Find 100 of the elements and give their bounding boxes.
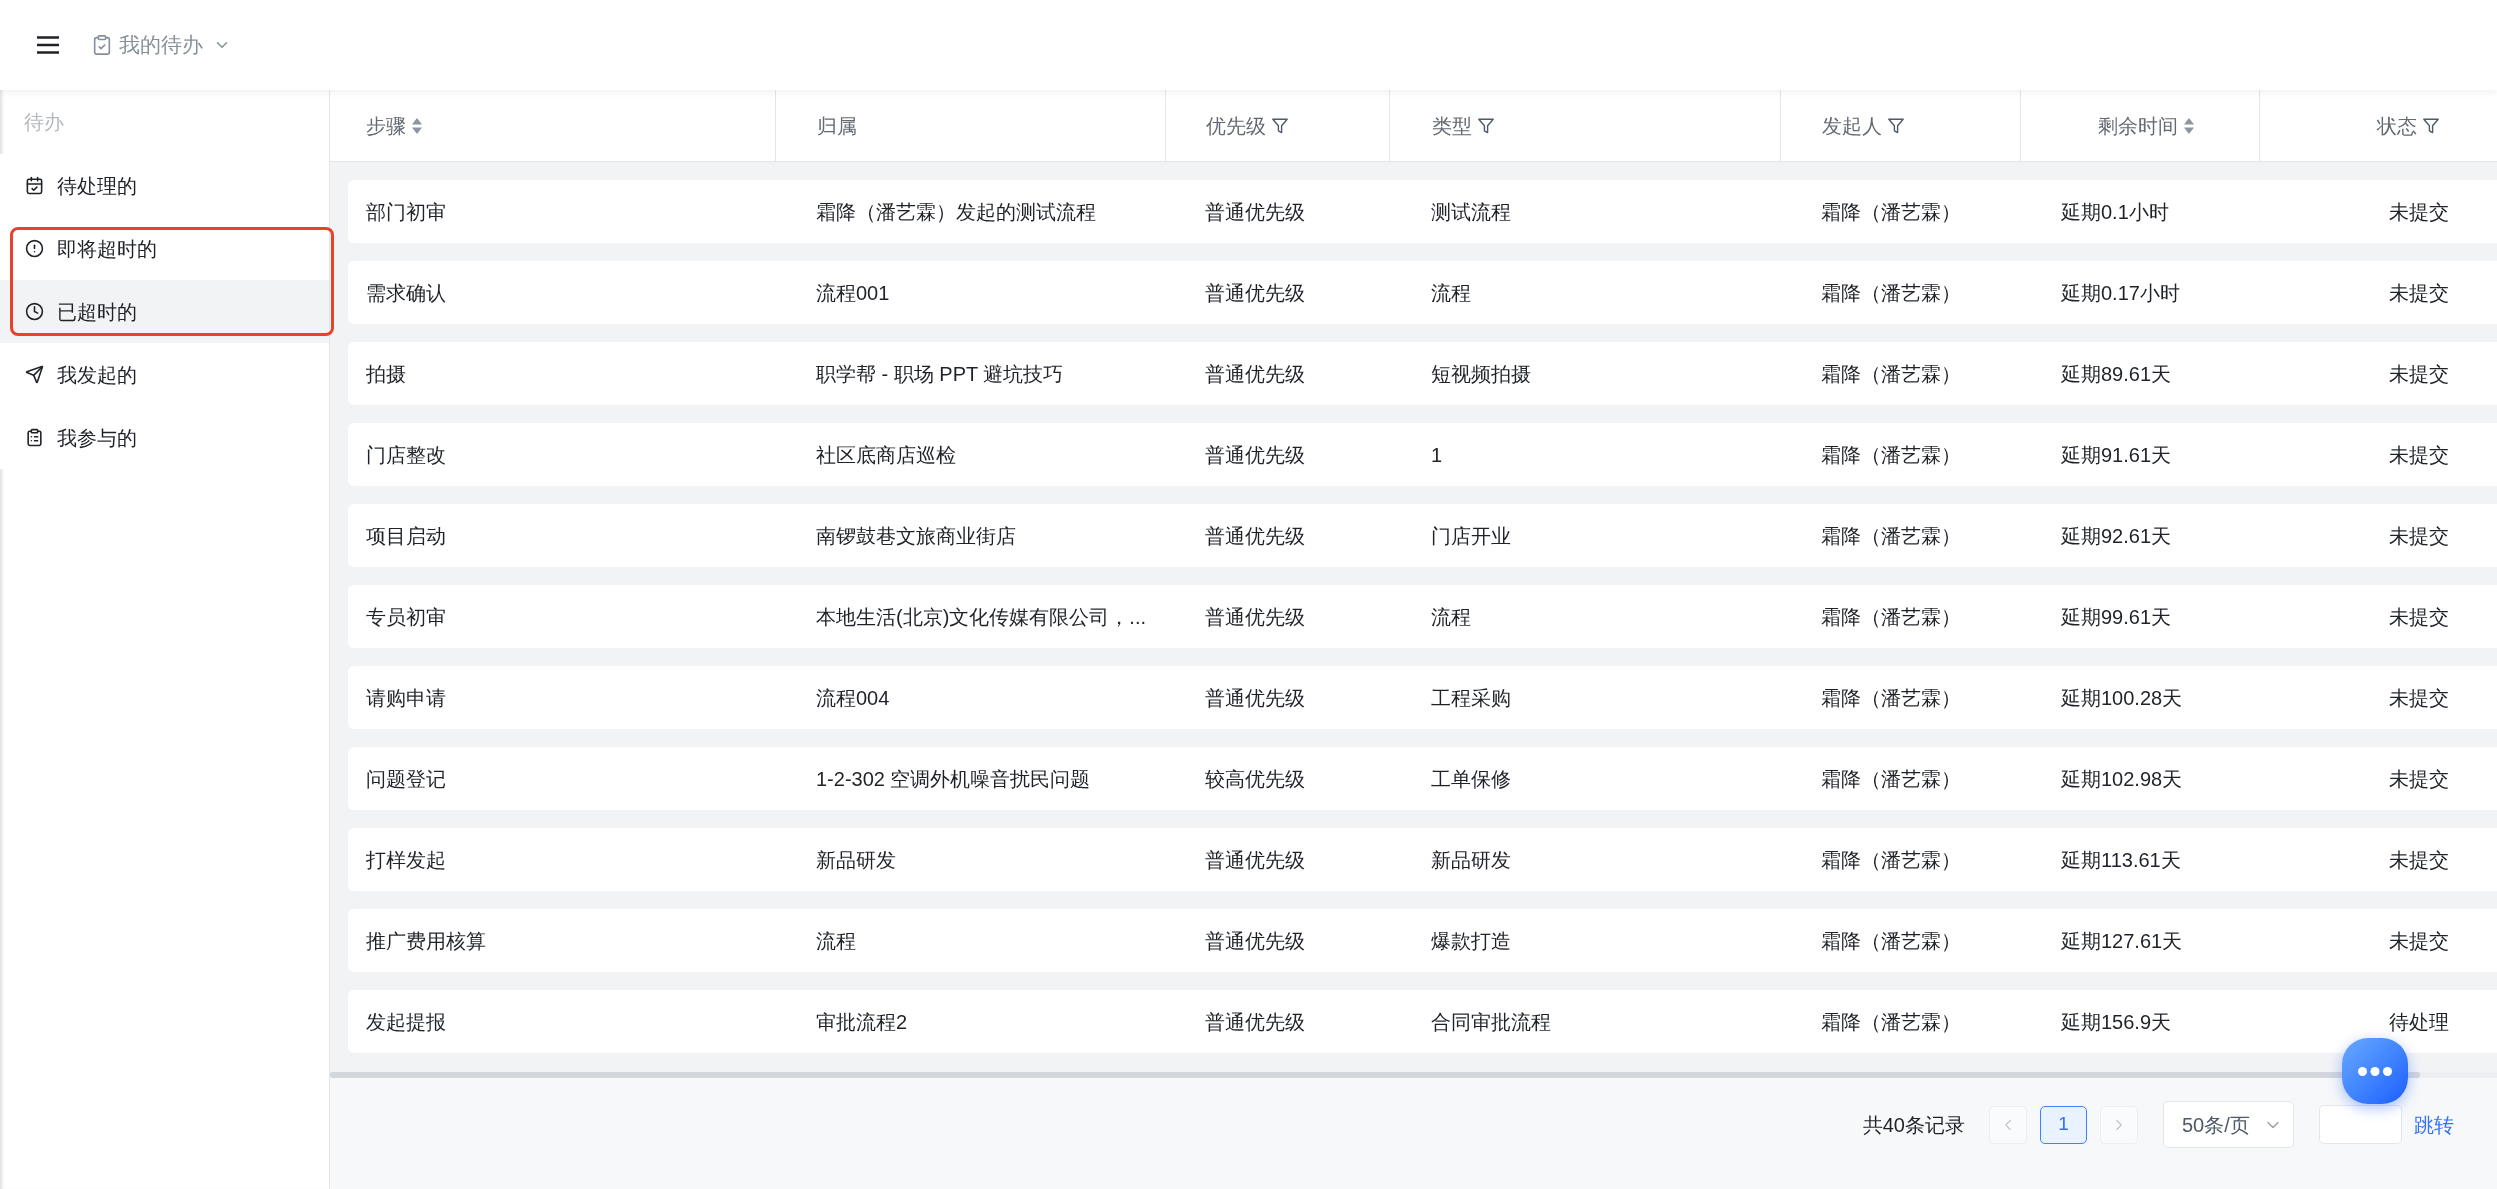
table-cell-text: 延期0.1小时 <box>2061 199 2169 225</box>
table-cell-text: 工单保修 <box>1431 766 1511 792</box>
table-cell-text: 延期99.61天 <box>2061 604 2172 630</box>
table-row[interactable]: 项目启动 南锣鼓巷文旅商业街店 普通优先级 门店开业 霜降（潘艺霖） 延期92.61天 未提交 <box>348 504 2497 567</box>
table-cell-text: 测试流程 <box>1431 199 1511 225</box>
table-row[interactable]: 请购申请 流程004 普通优先级 工程采购 霜降（潘艺霖） 延期100.28天 未提交 <box>348 666 2497 729</box>
column-header: 发起人 <box>1822 113 1882 139</box>
table-cell-text: 霜降（潘艺霖） <box>1821 604 1961 630</box>
table-cell-text: 请购申请 <box>366 685 446 711</box>
filter-icon[interactable] <box>1272 117 1288 134</box>
table-cell-text: 社区底商店巡检 <box>816 442 956 468</box>
table-cell-text: 延期89.61天 <box>2061 361 2172 387</box>
table-cell-text: 延期156.9天 <box>2061 1009 2172 1035</box>
table-cell-text: 拍摄 <box>366 361 406 387</box>
filter-icon[interactable] <box>1888 117 1904 134</box>
column-header: 归属 <box>817 113 857 139</box>
table-cell-text: 门店开业 <box>1431 523 1511 549</box>
table-cell-text: 霜降（潘艺霖） <box>1821 280 1961 306</box>
table-cell-text: 新品研发 <box>816 847 896 873</box>
table-cell-text: 部门初审 <box>366 199 446 225</box>
table-cell-text: 霜降（潘艺霖） <box>1821 847 1961 873</box>
table-cell-text: 未提交 <box>2389 280 2449 306</box>
paper-plane-icon <box>25 365 44 384</box>
table-cell-text: 未提交 <box>2389 685 2449 711</box>
table-cell-text: 霜降（潘艺霖） <box>1821 928 1961 954</box>
table-cell-text: 短视频拍摄 <box>1431 361 1531 387</box>
table-cell-text: 流程 <box>1431 280 1471 306</box>
table-row[interactable]: 问题登记 1-2-302 空调外机噪音扰民问题 较高优先级 工单保修 霜降（潘艺霖） 延期102.98天 未提交 <box>348 747 2497 810</box>
table-row[interactable]: 门店整改 社区底商店巡检 普通优先级 1 霜降（潘艺霖） 延期91.61天 未提交 <box>348 423 2497 486</box>
table-cell-text: 门店整改 <box>366 442 446 468</box>
table-cell-text: 普通优先级 <box>1205 685 1305 711</box>
table-cell-text: 普通优先级 <box>1205 361 1305 387</box>
table-row[interactable]: 拍摄 职学帮 - 职场 PPT 避坑技巧 普通优先级 短视频拍摄 霜降（潘艺霖） 延期89.61天 未提交 <box>348 342 2497 405</box>
table-cell-text: 南锣鼓巷文旅商业街店 <box>816 523 1016 549</box>
sort-icon[interactable] <box>412 117 422 134</box>
sidebar-item[interactable]: 已超时的 <box>0 280 329 343</box>
table-row[interactable]: 打样发起 新品研发 普通优先级 新品研发 霜降（潘艺霖） 延期113.61天 未提交 <box>348 828 2497 891</box>
table-cell-text: 延期91.61天 <box>2061 442 2172 468</box>
table-cell-text: 打样发起 <box>366 847 446 873</box>
clipboard-check-icon <box>91 34 113 56</box>
table-cell-text: 工程采购 <box>1431 685 1511 711</box>
table-cell-text: 延期127.61天 <box>2061 928 2183 954</box>
column-header: 优先级 <box>1206 113 1266 139</box>
table-cell-text: 发起提报 <box>366 1009 446 1035</box>
table-cell-text: 需求确认 <box>366 280 446 306</box>
table-cell-text: 普通优先级 <box>1205 442 1305 468</box>
column-header: 状态 <box>2377 113 2417 139</box>
horizontal-scrollbar[interactable] <box>330 1072 2497 1078</box>
column-header: 类型 <box>1432 113 1472 139</box>
table-cell-text: 普通优先级 <box>1205 280 1305 306</box>
table-cell-text: 流程 <box>816 928 856 954</box>
table-cell-text: 未提交 <box>2389 361 2449 387</box>
table-row[interactable]: 发起提报 审批流程2 普通优先级 合同审批流程 霜降（潘艺霖） 延期156.9天 待处理 <box>348 990 2497 1053</box>
table-cell-text: 1 <box>1431 442 1443 468</box>
table-row[interactable]: 部门初审 霜降（潘艺霖）发起的测试流程 普通优先级 测试流程 霜降（潘艺霖） 延期0.1小时 未提交 <box>348 180 2497 243</box>
table-cell-text: 问题登记 <box>366 766 446 792</box>
table-cell-text: 职学帮 - 职场 PPT 避坑技巧 <box>816 361 1064 387</box>
table-cell-text: 爆款打造 <box>1431 928 1511 954</box>
alert-circle-icon <box>25 239 44 258</box>
page-button[interactable]: 1 <box>2040 1105 2087 1144</box>
table-cell-text: 合同审批流程 <box>1431 1009 1551 1035</box>
table-cell-text: 延期113.61天 <box>2061 847 2181 873</box>
table-cell-text: 流程004 <box>816 685 890 711</box>
table-cell-text: 待处理 <box>2389 1009 2449 1035</box>
table-row[interactable]: 推广费用核算 流程 普通优先级 爆款打造 霜降（潘艺霖） 延期127.61天 未提交 <box>348 909 2497 972</box>
jump-link[interactable]: 跳转 <box>2414 1109 2454 1140</box>
clipboard-icon <box>25 428 44 447</box>
filter-icon[interactable] <box>1478 117 1494 134</box>
page-jump-field[interactable] <box>2319 1105 2402 1144</box>
table-cell-text: 延期0.17小时 <box>2061 280 2180 306</box>
table-cell-text: 未提交 <box>2389 766 2449 792</box>
table-cell-text: 霜降（潘艺霖） <box>1821 442 1961 468</box>
table-cell-text: 霜降（潘艺霖）发起的测试流程 <box>816 199 1096 225</box>
table-cell-text: 霜降（潘艺霖） <box>1821 685 1961 711</box>
table-cell-text: 未提交 <box>2389 199 2449 225</box>
table-cell-text: 霜降（潘艺霖） <box>1821 766 1961 792</box>
table-cell-text: 未提交 <box>2389 523 2449 549</box>
table-cell-text: 霜降（潘艺霖） <box>1821 199 1961 225</box>
sort-icon[interactable] <box>2184 117 2194 134</box>
table-cell-text: 延期92.61天 <box>2061 523 2172 549</box>
menu-icon[interactable] <box>37 36 59 54</box>
table-cell-text: 霜降（潘艺霖） <box>1821 361 1961 387</box>
table-cell-text: 推广费用核算 <box>366 928 486 954</box>
filter-icon[interactable] <box>2423 117 2439 134</box>
table-cell-text: 新品研发 <box>1431 847 1511 873</box>
table-cell-text: 普通优先级 <box>1205 1009 1305 1035</box>
calendar-check-icon <box>25 176 44 195</box>
record-count: 共40条记录 <box>1862 1112 1965 1138</box>
table-row[interactable]: 需求确认 流程001 普通优先级 流程 霜降（潘艺霖） 延期0.17小时 未提交 <box>348 261 2497 324</box>
column-header: 剩余时间 <box>2098 113 2178 139</box>
table-cell-text: 普通优先级 <box>1205 847 1305 873</box>
page-size-select[interactable]: 50条/页 <box>2163 1101 2294 1148</box>
column-header: 步骤 <box>366 113 406 139</box>
table-row[interactable]: 专员初审 本地生活(北京)文化传媒有限公司，... 普通优先级 流程 霜降（潘艺霖） 延期99.61天 未提交 <box>348 585 2497 648</box>
table-cell-text: 普通优先级 <box>1205 604 1305 630</box>
table-cell-text: 未提交 <box>2389 604 2449 630</box>
table-cell-text: 审批流程2 <box>816 1009 908 1035</box>
table-cell-text: 流程001 <box>816 280 890 306</box>
sidebar-group-label: 待办 <box>24 110 64 135</box>
table-cell-text: 专员初审 <box>366 604 446 630</box>
